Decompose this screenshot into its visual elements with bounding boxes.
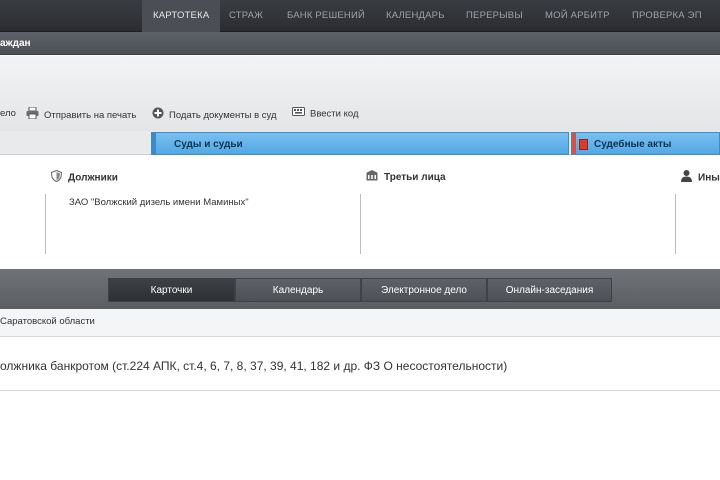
building-icon [366, 170, 378, 185]
partial-tool-label: ело [0, 108, 16, 119]
printer-icon [26, 106, 39, 124]
case-title: аждан [0, 38, 31, 49]
others-header-label: Ины [698, 172, 720, 184]
pdf-icon [579, 139, 588, 150]
bottom-tab-online-sessions[interactable]: Онлайн-заседания [487, 278, 612, 302]
keyboard-icon [292, 107, 305, 121]
tab-edge [152, 133, 156, 154]
plus-circle-icon [152, 107, 164, 124]
case-category-row: олжника банкротом (ст.224 АПК, ст.4, 6, … [0, 337, 720, 391]
submit-docs-button[interactable]: Подать документы в суд [152, 107, 277, 121]
topnav-strazh[interactable]: СТРАЖ [229, 0, 263, 32]
others-header: Ины [681, 170, 720, 186]
bottom-tab-calendar[interactable]: Календарь [235, 278, 361, 302]
debtors-header-label: Должники [68, 172, 118, 184]
tab-judicial-acts[interactable]: Судебные акты [571, 132, 720, 155]
debtor-name[interactable]: ЗАО "Волжский дизель имени Маминых" [69, 197, 249, 208]
tab-courts-judges-label: Суды и судьи [174, 139, 243, 150]
enter-code-label: Ввести код [310, 108, 359, 120]
enter-code-button[interactable]: Ввести код [292, 107, 359, 121]
topnav-bank-resheniy[interactable]: БАНК РЕШЕНИЙ [287, 0, 365, 32]
debtors-header: Должники [50, 169, 118, 186]
court-row: Саратовской области [0, 309, 720, 337]
topnav-pereryvy[interactable]: ПЕРЕРЫВЫ [466, 0, 523, 32]
shield-icon [50, 169, 63, 186]
court-name: Саратовской области [0, 316, 95, 327]
topnav-calendar[interactable]: КАЛЕНДАРЬ [386, 0, 445, 32]
third-parties-header: Третьи лица [366, 170, 446, 185]
tab-courts-judges[interactable]: Суды и судьи [151, 132, 569, 155]
submit-docs-label: Подать документы в суд [169, 110, 277, 122]
tab-judicial-acts-label: Судебные акты [594, 139, 672, 150]
tab-edge-red [572, 133, 576, 154]
column-divider [45, 194, 46, 254]
column-divider [360, 194, 361, 254]
print-label: Отправить на печать [44, 110, 137, 122]
person-icon [681, 170, 692, 186]
topnav-kartoteka[interactable]: КАРТОТЕКА [142, 0, 221, 32]
print-button[interactable]: Отправить на печать [26, 106, 137, 124]
bottom-tab-cards[interactable]: Карточки [108, 278, 235, 302]
case-category: олжника банкротом (ст.224 АПК, ст.4, 6, … [0, 359, 508, 373]
partial-tool-link[interactable]: ело [0, 107, 16, 121]
column-divider [675, 194, 676, 254]
topnav-proverka-ep[interactable]: ПРОВЕРКА ЭП [632, 0, 702, 32]
top-nav: КАРТОТЕКА СТРАЖ БАНК РЕШЕНИЙ КАЛЕНДАРЬ П… [0, 0, 720, 32]
case-title-bar: аждан [0, 32, 720, 55]
bottom-tab-electronic-case[interactable]: Электронное дело [361, 278, 487, 302]
third-parties-header-label: Третьи лица [384, 172, 446, 184]
topnav-moy-arbitr[interactable]: МОЙ АРБИТР [545, 0, 610, 32]
